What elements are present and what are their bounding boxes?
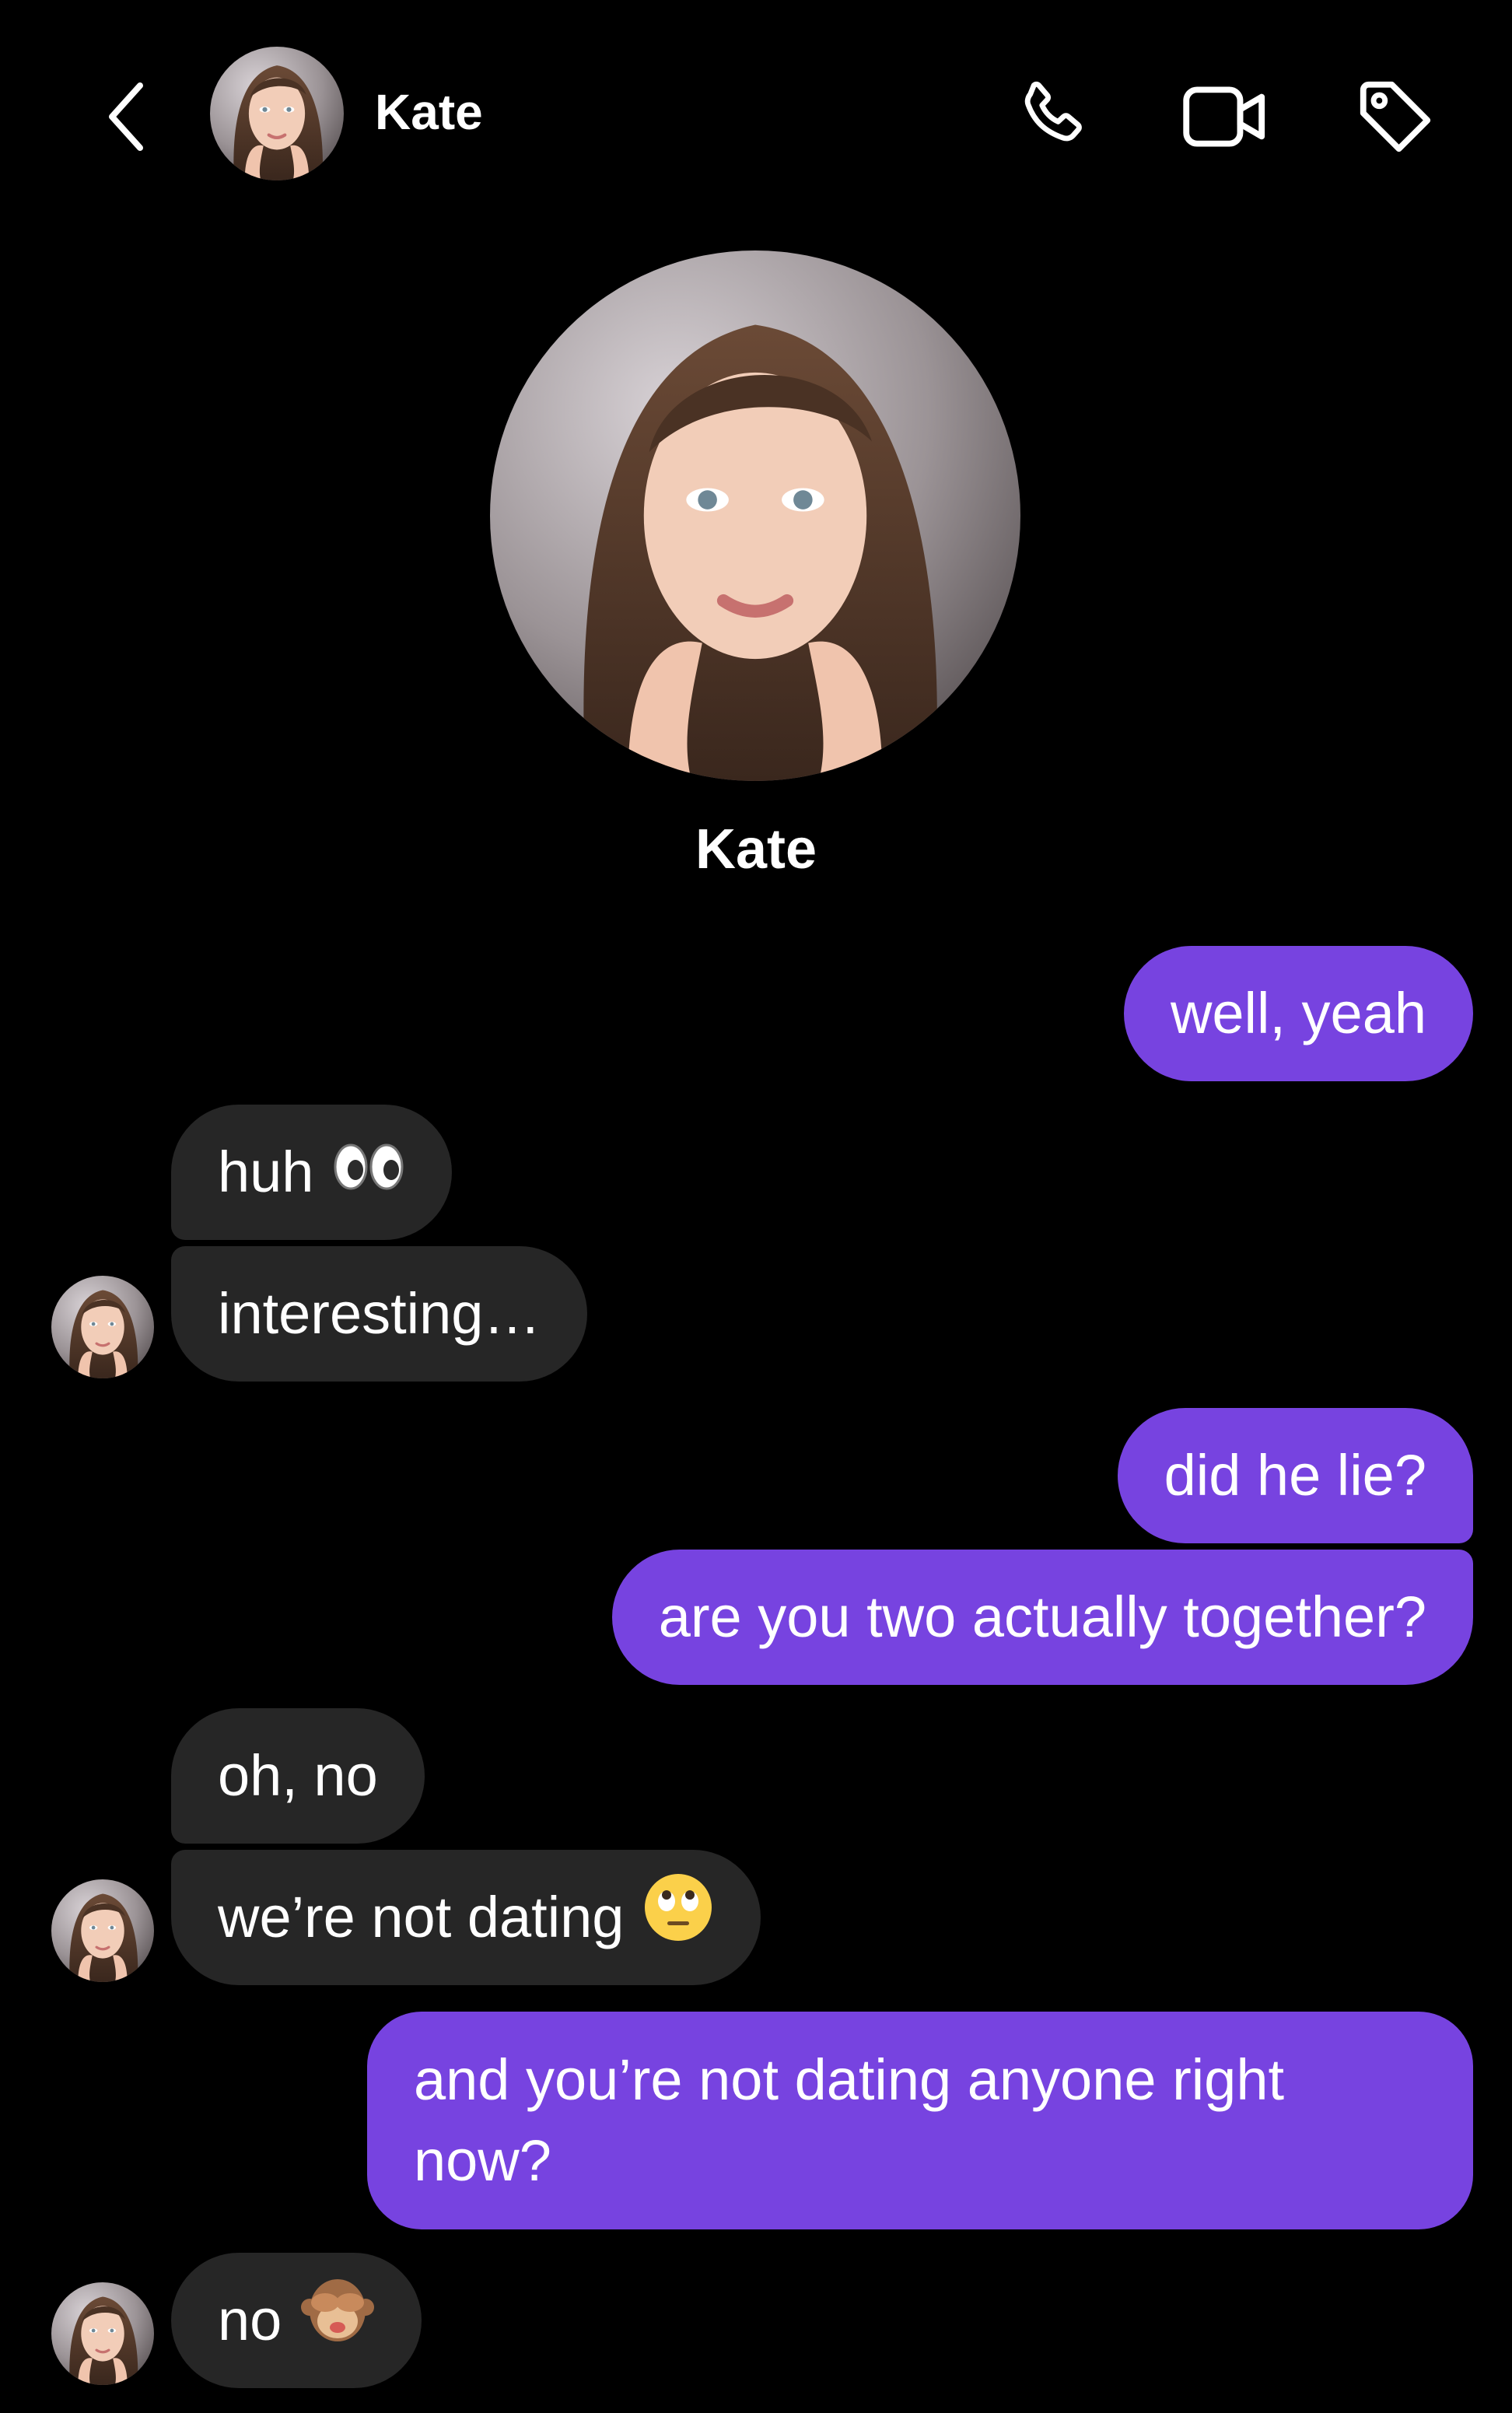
video-camera-icon: [1183, 86, 1265, 147]
profile-photo: [490, 250, 1020, 781]
message-outgoing[interactable]: and you’re not dating anyone right now?: [367, 2012, 1473, 2229]
message-avatar[interactable]: [51, 1276, 154, 1378]
profile-avatar[interactable]: [490, 250, 1020, 781]
message-incoming[interactable]: no: [171, 2253, 422, 2388]
message-text: no: [218, 2288, 282, 2352]
message-incoming[interactable]: we’re not dating: [171, 1850, 761, 1985]
eyes-emoji: [332, 1132, 405, 1213]
tag-icon: [1360, 81, 1431, 152]
message-text: and you’re not dating anyone right now?: [414, 2047, 1285, 2193]
message-text: oh, no: [218, 1743, 378, 1808]
message-outgoing[interactable]: are you two actually together?: [611, 1550, 1473, 1685]
back-button[interactable]: [92, 70, 162, 163]
header-avatar[interactable]: [210, 47, 344, 180]
message-avatar[interactable]: [51, 2282, 154, 2385]
message-avatar[interactable]: [51, 1879, 154, 1982]
avatar-image: [51, 1879, 154, 1982]
avatar-image: [210, 47, 344, 180]
eye-roll-emoji: [642, 1872, 714, 1964]
tag-button[interactable]: [1349, 70, 1442, 163]
video-call-button[interactable]: [1179, 70, 1272, 163]
message-incoming[interactable]: oh, no: [171, 1708, 425, 1844]
message-text: well, yeah: [1170, 981, 1426, 1045]
message-outgoing[interactable]: did he lie?: [1117, 1408, 1473, 1543]
avatar-image: [51, 2282, 154, 2385]
see-no-evil-monkey-emoji: [300, 2276, 375, 2366]
message-incoming[interactable]: huh: [171, 1105, 453, 1240]
phone-icon: [1024, 81, 1082, 142]
chevron-left-icon: [109, 82, 143, 151]
message-text: we’re not dating: [218, 1885, 625, 1949]
call-button[interactable]: [1006, 70, 1100, 163]
message-text: huh: [218, 1140, 314, 1204]
chat-header: Kate: [0, 0, 1512, 226]
message-text: are you two actually together?: [658, 1585, 1426, 1649]
message-text: did he lie?: [1164, 1443, 1426, 1508]
message-outgoing[interactable]: well, yeah: [1123, 946, 1473, 1081]
header-contact-name[interactable]: Kate: [375, 81, 483, 143]
avatar-image: [51, 1276, 154, 1378]
profile-name: Kate: [695, 818, 817, 881]
message-text: interesting…: [218, 1281, 541, 1346]
message-incoming[interactable]: interesting…: [171, 1246, 588, 1382]
